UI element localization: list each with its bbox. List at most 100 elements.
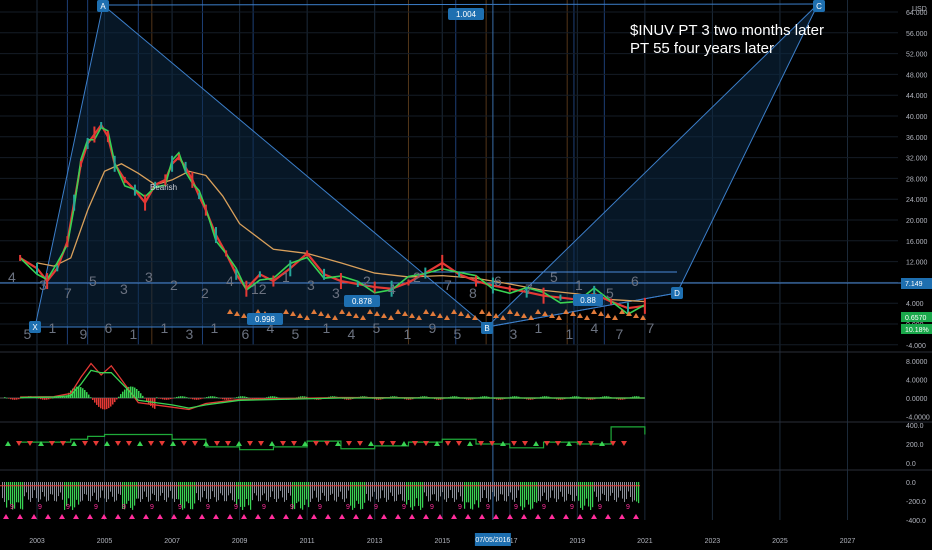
indicator-bar [452,482,453,499]
price-candle [177,154,180,161]
indicator-bar [166,482,167,502]
oscillator-histogram-bar [214,396,216,398]
td-count-number: 7 [64,285,72,301]
indicator-bar [144,482,145,492]
indicator-bar [540,482,541,502]
indicator-bar [446,482,447,502]
oscillator-line [20,369,645,409]
td-count-number: 5 [550,269,558,285]
indicator-signal-arrow [214,441,220,446]
oscillator-histogram-bar [250,398,252,399]
td-count-number: 7 [444,277,452,293]
indicator-bar [488,482,489,502]
indicator-bar-green [298,482,300,502]
indicator-signal-arrow [324,441,330,446]
indicator-bar [320,482,321,500]
indicator-bar [152,482,153,494]
indicator-bar [342,482,343,500]
price-candle [458,271,461,278]
indicator-bar [224,482,225,502]
oscillator-histogram-bar [172,398,174,399]
indicator-bar [494,482,495,497]
oscillator-histogram-bar [124,389,126,398]
indicator-pink-marker [143,514,149,519]
indicator-count-label: 9 [486,504,490,511]
indicator-bar [264,482,265,494]
indicator-bar [88,482,89,501]
indicator-bar [616,482,617,502]
oscillator-histogram-bar [238,396,240,398]
indicator-count-label: 9 [150,504,154,511]
indicator-pink-marker [633,514,639,519]
price-axis-label: 56.000 [906,31,928,38]
price-candle [100,122,103,129]
oscillator-histogram-bar [78,386,80,398]
indicator-pink-marker [409,514,415,519]
price-candle [36,262,38,274]
indicator-bar-green [358,482,360,504]
indicator-bar [340,482,341,492]
oscillator-histogram-bar [162,398,164,400]
indicator-bar [346,482,347,499]
indicator-bar [564,482,565,502]
indicator-bar [212,482,213,492]
indicator-bar [400,482,401,495]
indicator-bar [482,482,483,499]
indicator-bar [398,482,399,495]
indicator-bar [50,482,51,495]
indicator-signal-arrow [313,441,319,446]
td-count-number: 7 [616,326,624,342]
indicator-bar [266,482,267,501]
price-axis-label: 40.000 [906,114,928,121]
indicator-pink-marker [451,514,457,519]
oscillator-histogram-bar [204,397,206,399]
indicator-bar [458,482,459,493]
oscillator-histogram-bar [116,398,118,400]
indicator-bar [290,482,291,496]
indicator-pink-marker [395,514,401,519]
price-axis-label: 24.000 [906,197,928,204]
indicator-pink-marker [549,514,555,519]
indicator-bar [86,482,87,495]
indicator-bar [270,482,271,498]
indicator-bar [172,482,173,499]
indicator-signal-arrow [511,441,517,446]
oscillator-histogram-bar [42,398,44,400]
indicator-bar-green [18,482,20,503]
price-candle [508,285,511,292]
indicator-bar [216,482,217,502]
indicator-bar [432,482,433,495]
td-count-number: 1 [575,277,583,293]
indicator-bar-green [126,482,128,504]
indicator-signal-arrow [412,441,418,446]
indicator-bar [560,482,561,492]
indicator-bar-green [68,482,70,499]
indicator-signal-arrow [544,441,550,446]
price-axis-label: 12.000 [906,260,928,267]
indicator-bar [490,482,491,500]
oscillator-histogram-bar [8,398,10,399]
indicator-bar [330,482,331,495]
indicator-pink-marker [367,514,373,519]
indicator-signal-arrow [379,441,385,446]
price-axis-label: -4.000 [906,343,926,350]
signal-triangle [479,309,485,314]
indicator-pink-marker [17,514,23,519]
indicator-bar [276,482,277,502]
indicator-pink-marker [535,514,541,519]
indicator-signal-arrow [181,441,187,446]
time-axis-label: 2007 [164,538,180,545]
oscillator-histogram-bar [168,398,170,400]
indicator-pink-marker [591,514,597,519]
indicator-signal-arrow [159,441,165,446]
oscillator-histogram-bar [202,398,204,399]
indicator-pink-marker [227,514,233,519]
signal-triangle [486,311,492,316]
td-count-number: 6 [105,320,113,336]
oscillator-histogram-bar [180,396,182,398]
indicator-bar [508,482,509,497]
indicator-bar [168,482,169,498]
indicator-pink-marker [31,514,37,519]
indicator-signal-arrow [467,441,473,446]
oscillator-histogram-bar [104,398,106,410]
